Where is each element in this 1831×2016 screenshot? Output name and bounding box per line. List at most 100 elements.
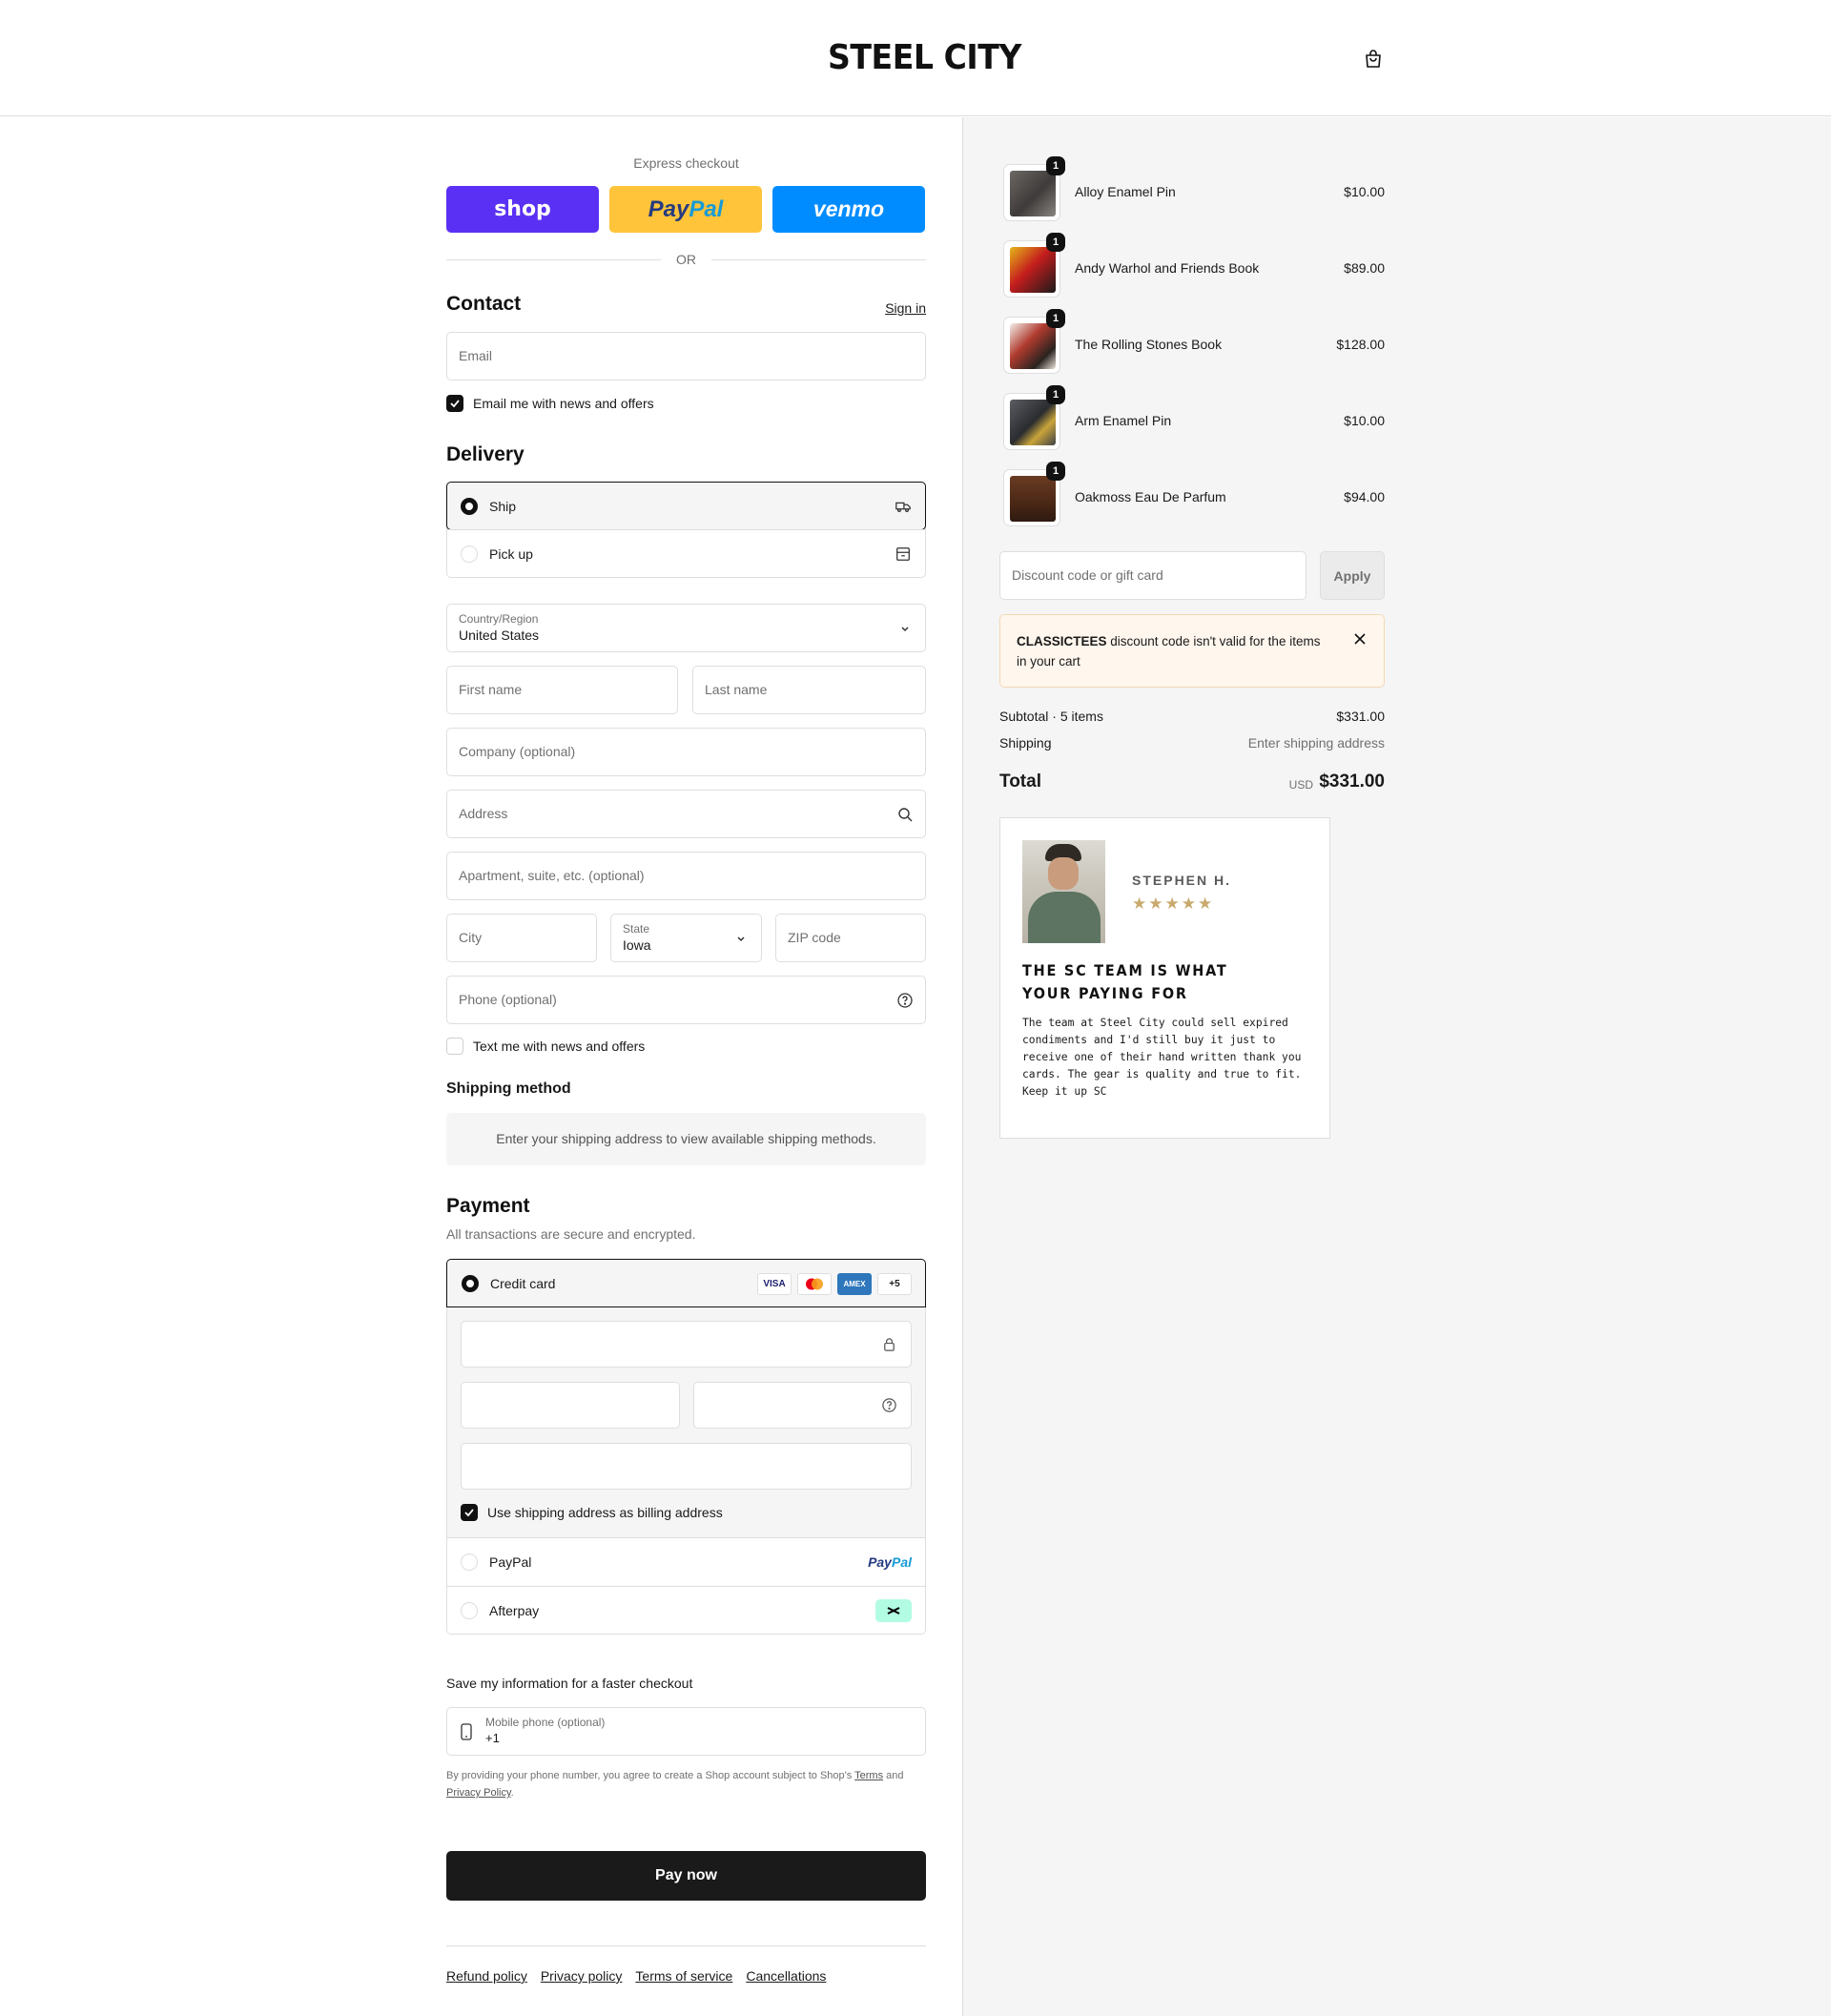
total-currency: USD xyxy=(1288,778,1313,792)
help-circle-icon[interactable] xyxy=(881,1397,897,1413)
privacy-policy-link[interactable]: Privacy policy xyxy=(541,1968,623,1984)
country-select[interactable]: Country/Region United States xyxy=(446,604,926,652)
apartment-field[interactable]: Apartment, suite, etc. (optional) xyxy=(446,852,926,900)
payment-subtitle: All transactions are secure and encrypte… xyxy=(446,1226,696,1242)
close-icon[interactable] xyxy=(1353,632,1367,646)
express-checkout-label: Express checkout xyxy=(633,155,739,171)
payment-method-group: Credit card VISA AMEX +5 Use shipping ad… xyxy=(446,1259,926,1635)
footer-links: Refund policy Privacy policy Terms of se… xyxy=(446,1968,826,1984)
search-icon xyxy=(898,808,913,822)
checkbox-checked-icon[interactable] xyxy=(446,395,463,412)
paypal-logo-icon: PayPal xyxy=(868,1554,912,1570)
billing-address-checkbox[interactable]: Use shipping address as billing address xyxy=(461,1503,723,1522)
radio-unselected-icon[interactable] xyxy=(461,1553,478,1571)
quantity-badge: 1 xyxy=(1046,156,1065,175)
truck-icon xyxy=(895,502,911,513)
delivery-option-pickup[interactable]: Pick up xyxy=(447,529,925,577)
review-body: The team at Steel City could sell expire… xyxy=(1022,1017,1302,1098)
lock-icon xyxy=(884,1338,895,1351)
last-name-field[interactable]: Last name xyxy=(692,666,926,714)
sign-in-link[interactable]: Sign in xyxy=(885,300,926,316)
item-price: $128.00 xyxy=(1336,337,1385,352)
phone-field[interactable]: Phone (optional) xyxy=(446,976,926,1024)
card-expiry-field[interactable] xyxy=(461,1382,680,1429)
radio-unselected-icon[interactable] xyxy=(461,545,478,563)
radio-unselected-icon[interactable] xyxy=(461,1601,478,1619)
mobile-phone-field[interactable]: Mobile phone (optional) +1 xyxy=(446,1707,926,1756)
payment-title: Payment xyxy=(446,1195,530,1217)
privacy-policy-link[interactable]: Privacy Policy xyxy=(446,1787,511,1799)
shop-legal-text: By providing your phone number, you agre… xyxy=(446,1770,904,1799)
item-name: Andy Warhol and Friends Book xyxy=(1075,260,1260,276)
mobile-phone-icon xyxy=(461,1723,472,1740)
reviewer-name: STEPHEN H. xyxy=(1132,873,1232,888)
pay-now-button[interactable]: Pay now xyxy=(446,1851,926,1901)
item-price: $89.00 xyxy=(1344,260,1385,276)
zip-field[interactable]: ZIP code xyxy=(775,914,926,962)
checkbox-checked-icon[interactable] xyxy=(461,1504,478,1521)
payment-option-paypal[interactable]: PayPal PayPal xyxy=(447,1538,925,1586)
star-rating-icon: ★★★★★ xyxy=(1132,895,1215,913)
shipping-method-title: Shipping method xyxy=(446,1080,571,1097)
cart-item: 1 The Rolling Stones Book $128.00 xyxy=(999,309,1385,376)
save-info-title: Save my information for a faster checkou… xyxy=(446,1676,693,1691)
cart-item: 1 Alloy Enamel Pin $10.00 xyxy=(999,156,1385,223)
customer-review-card: STEPHEN H. ★★★★★ THE SC TEAM IS WHAT YOU… xyxy=(999,817,1330,1139)
company-field[interactable]: Company (optional) xyxy=(446,728,926,776)
store-logo[interactable]: STEEL CITY xyxy=(828,38,1021,77)
refund-policy-link[interactable]: Refund policy xyxy=(446,1968,527,1984)
text-news-checkbox[interactable]: Text me with news and offers xyxy=(446,1037,645,1056)
credit-card-form: Use shipping address as billing address xyxy=(447,1307,925,1538)
review-title: THE SC TEAM IS WHAT YOUR PAYING FOR xyxy=(1022,961,1228,1002)
afterpay-logo-icon xyxy=(875,1599,912,1622)
shopping-bag-icon[interactable] xyxy=(1362,48,1385,71)
help-circle-icon[interactable] xyxy=(896,992,914,1009)
reviewer-photo xyxy=(1022,840,1105,943)
visa-icon: VISA xyxy=(757,1273,792,1295)
card-name-field[interactable] xyxy=(461,1443,912,1490)
payment-option-afterpay[interactable]: Afterpay xyxy=(447,1586,925,1634)
address-field[interactable]: Address xyxy=(446,790,926,838)
radio-selected-icon[interactable] xyxy=(461,497,478,515)
delivery-option-ship[interactable]: Ship xyxy=(446,482,926,530)
first-name-field[interactable]: First name xyxy=(446,666,678,714)
city-field[interactable]: City xyxy=(446,914,597,962)
item-price: $10.00 xyxy=(1344,413,1385,428)
discount-code-field[interactable]: Discount code or gift card xyxy=(999,551,1306,600)
more-cards-badge: +5 xyxy=(877,1273,912,1295)
discount-code: CLASSICTEES xyxy=(1017,634,1107,648)
apply-discount-button[interactable]: Apply xyxy=(1320,551,1385,600)
shipping-method-note: Enter your shipping address to view avai… xyxy=(446,1113,926,1165)
email-news-checkbox[interactable]: Email me with news and offers xyxy=(446,394,654,413)
cart-item: 1 Arm Enamel Pin $10.00 xyxy=(999,385,1385,452)
contact-title: Contact xyxy=(446,293,522,315)
item-name: Oakmoss Eau De Parfum xyxy=(1075,489,1226,504)
total-label: Total xyxy=(999,771,1041,792)
chevron-down-icon xyxy=(737,936,745,942)
quantity-badge: 1 xyxy=(1046,462,1065,481)
terms-link[interactable]: Terms xyxy=(854,1770,883,1781)
checkbox-unchecked-icon[interactable] xyxy=(446,1038,463,1055)
quantity-badge: 1 xyxy=(1046,233,1065,252)
chevron-down-icon xyxy=(901,627,909,632)
item-name: Arm Enamel Pin xyxy=(1075,413,1172,428)
card-cvv-field[interactable] xyxy=(693,1382,912,1429)
amex-icon: AMEX xyxy=(837,1273,872,1295)
state-select[interactable]: State Iowa xyxy=(610,914,762,962)
shop-pay-button[interactable]: shop xyxy=(446,186,599,233)
venmo-button[interactable]: venmo xyxy=(772,186,925,233)
total-amount: $331.00 xyxy=(1319,771,1385,792)
item-price: $10.00 xyxy=(1344,184,1385,199)
paypal-express-button[interactable]: Pay Pal xyxy=(609,186,762,233)
item-name: Alloy Enamel Pin xyxy=(1075,184,1176,199)
cart-item: 1 Oakmoss Eau De Parfum $94.00 xyxy=(999,462,1385,528)
radio-selected-icon[interactable] xyxy=(462,1274,479,1292)
store-icon xyxy=(896,547,910,561)
card-number-field[interactable] xyxy=(461,1321,912,1368)
discount-error-alert: CLASSICTEES discount code isn't valid fo… xyxy=(999,614,1385,688)
or-divider: OR xyxy=(446,250,926,269)
payment-option-credit-card[interactable]: Credit card VISA AMEX +5 xyxy=(446,1259,926,1307)
email-field[interactable]: Email xyxy=(446,332,926,381)
cancellations-link[interactable]: Cancellations xyxy=(746,1968,826,1984)
terms-of-service-link[interactable]: Terms of service xyxy=(635,1968,732,1984)
